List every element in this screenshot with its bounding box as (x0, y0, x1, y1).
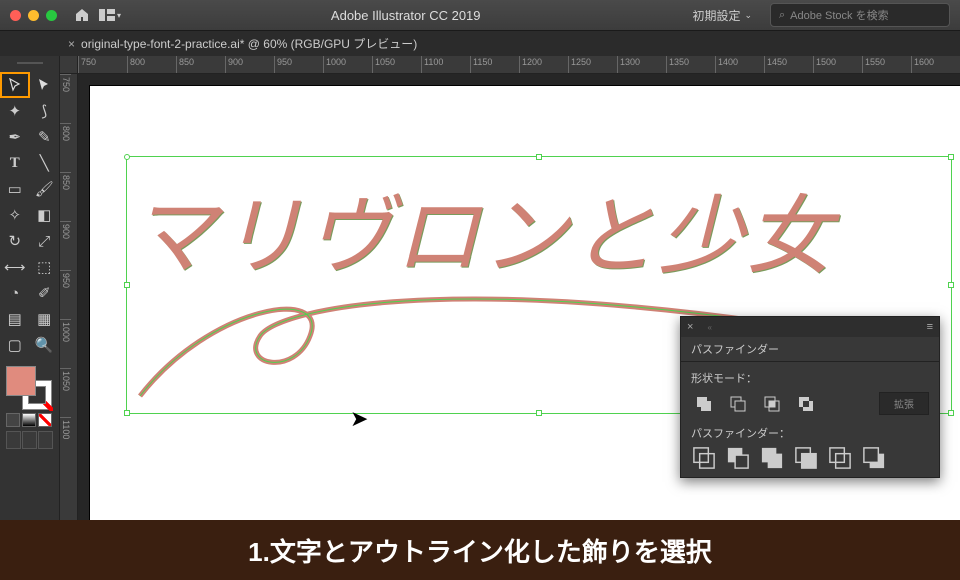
shaper-tool[interactable]: ✧ (0, 202, 30, 228)
mesh-tool[interactable]: ▦ (30, 306, 60, 332)
free-transform-tool[interactable]: ⬚ (30, 254, 60, 280)
type-tool[interactable]: T (0, 150, 30, 176)
minus-front-button[interactable] (725, 393, 751, 415)
outline-button[interactable] (827, 447, 853, 469)
close-window[interactable] (10, 10, 21, 21)
lasso-tool[interactable]: ⟆ (30, 98, 60, 124)
search-icon: ⌕ (779, 9, 785, 22)
workspace-label: 初期設定 (692, 7, 740, 24)
fill-swatch[interactable] (6, 366, 36, 396)
tutorial-caption: 1.文字とアウトライン化した飾りを選択 (0, 520, 960, 580)
direct-selection-tool[interactable] (30, 72, 60, 98)
minimize-window[interactable] (28, 10, 39, 21)
workspace-switcher[interactable]: 初期設定 ⌄ (684, 3, 760, 28)
titlebar: ▾ Adobe Illustrator CC 2019 初期設定 ⌄ ⌕ Ado… (0, 0, 960, 30)
scale-tool[interactable]: ⤢ (30, 228, 60, 254)
pathfinder-panel: × « ≡ パスファインダー 形状モード： 拡張 パスファインダー： (680, 316, 940, 478)
artboard-tool[interactable]: ▢ (0, 332, 30, 358)
exclude-button[interactable] (793, 393, 819, 415)
minus-back-button[interactable] (861, 447, 887, 469)
ruler-vertical[interactable]: 750800850900950100010501100 (60, 74, 78, 520)
intersect-button[interactable] (759, 393, 785, 415)
app-title: Adobe Illustrator CC 2019 (127, 8, 684, 23)
gradient-mode[interactable] (22, 413, 36, 427)
document-tab[interactable]: original-type-font-2-practice.ai* @ 60% … (81, 35, 417, 52)
search-input[interactable]: ⌕ Adobe Stock を検索 (770, 3, 950, 27)
search-placeholder: Adobe Stock を検索 (790, 7, 888, 23)
close-tab-icon[interactable]: × (68, 37, 75, 51)
selection-tool[interactable] (0, 72, 30, 98)
width-tool[interactable]: ⟷ (0, 254, 30, 280)
artwork-text[interactable]: マリヴロンと少女 (130, 166, 834, 291)
magic-wand-tool[interactable]: ✦ (0, 98, 30, 124)
crop-button[interactable] (793, 447, 819, 469)
chevron-down-icon: ⌄ (744, 10, 752, 21)
maximize-window[interactable] (46, 10, 57, 21)
draw-inside[interactable] (38, 431, 53, 449)
ruler-origin[interactable] (60, 56, 78, 74)
window-controls (10, 10, 57, 21)
rectangle-tool[interactable]: ▭ (0, 176, 30, 202)
divide-button[interactable] (691, 447, 717, 469)
panel-collapse-icon[interactable]: « (707, 323, 711, 332)
eraser-tool[interactable]: ◧ (30, 202, 60, 228)
shape-mode-label: 形状モード： (691, 370, 929, 386)
home-icon[interactable] (71, 4, 93, 26)
trim-button[interactable] (725, 447, 751, 469)
none-mode[interactable] (38, 413, 52, 427)
draw-modes (6, 431, 53, 449)
pen-tool[interactable]: ✒ (0, 124, 30, 150)
expand-button[interactable]: 拡張 (879, 392, 929, 415)
draw-behind[interactable] (22, 431, 37, 449)
panel-close-icon[interactable]: × (687, 321, 693, 333)
canvas[interactable]: 7508008509009501000105011001150120012501… (60, 56, 960, 520)
fill-stroke-swatch[interactable] (6, 366, 52, 410)
unite-button[interactable] (691, 393, 717, 415)
panel-tab-pathfinder[interactable]: パスファインダー (681, 337, 939, 362)
toolbox: ✦ ⟆ ✒ ✎ T ╲ ▭ 🖌 ✧ ◧ ↻ ⤢ ⟷ ⬚ ◔ ✐ ▤ ▦ ▢ 🔍 (0, 56, 60, 520)
pathfinder-label: パスファインダー： (691, 425, 929, 441)
zoom-tool[interactable]: 🔍 (30, 332, 60, 358)
shape-builder-tool[interactable]: ◔ (0, 280, 30, 306)
gradient-tool[interactable]: ▤ (0, 306, 30, 332)
color-mode-row (6, 413, 53, 427)
curvature-tool[interactable]: ✎ (30, 124, 60, 150)
eyedropper-tool[interactable]: ✐ (30, 280, 60, 306)
ruler-horizontal[interactable]: 7508008509009501000105011001150120012501… (78, 56, 960, 74)
document-tab-strip: × original-type-font-2-practice.ai* @ 60… (0, 30, 960, 56)
color-mode[interactable] (6, 413, 20, 427)
panel-menu-icon[interactable]: ≡ (927, 321, 933, 333)
rotate-tool[interactable]: ↻ (0, 228, 30, 254)
arrange-documents-icon[interactable]: ▾ (99, 4, 121, 26)
merge-button[interactable] (759, 447, 785, 469)
paintbrush-tool[interactable]: 🖌 (30, 176, 60, 202)
line-tool[interactable]: ╲ (30, 150, 60, 176)
draw-normal[interactable] (6, 431, 21, 449)
